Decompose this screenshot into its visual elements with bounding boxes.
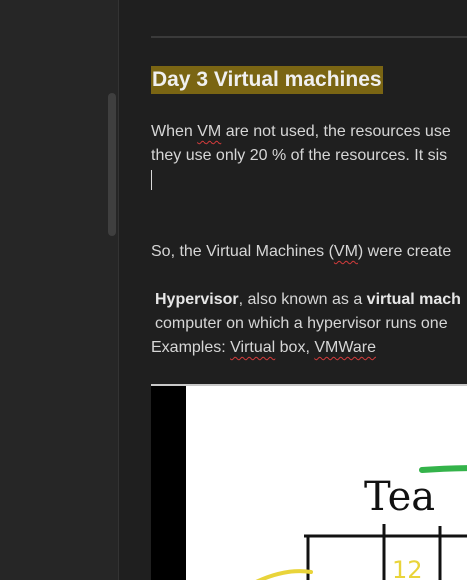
text-segment: , also known as a [238, 291, 367, 308]
sidebar-scrollbar[interactable] [108, 93, 116, 236]
embedded-sketch-image[interactable]: Tea 12 [151, 384, 467, 580]
text-segment: So, the Virtual Machines ( [151, 243, 334, 260]
paragraph-line-6: Examples: Virtual box, VMWare [151, 336, 376, 360]
horizontal-divider [151, 36, 467, 38]
bold-term: virtual mach [366, 291, 461, 308]
note-heading: Day 3 Virtual machines [151, 66, 383, 94]
paragraph-line-5: computer on which a hypervisor runs one [155, 315, 448, 332]
spellcheck-word: Virtual [230, 339, 276, 356]
paragraph-line-1: When VM are not used, the resources use [151, 120, 451, 144]
image-left-margin [151, 386, 186, 580]
text-segment: box, [275, 339, 315, 356]
bold-term: Hypervisor [155, 291, 239, 308]
spellcheck-word: VM [197, 123, 222, 140]
sketch-text: Tea [364, 474, 435, 520]
paragraph-line-4: Hypervisor, also known as a virtual mach [155, 288, 461, 312]
note-editor[interactable]: Day 3 Virtual machines When VM are not u… [119, 0, 467, 580]
paragraph-line-3: So, the Virtual Machines (VM) were creat… [151, 240, 451, 264]
text-segment: When [151, 123, 198, 140]
spellcheck-word: VM [333, 243, 358, 260]
sidebar-panel [0, 0, 119, 580]
paragraph-line-2: they use only 20 % of the resources. It … [151, 147, 448, 164]
text-segment: are not used, the resources use [221, 123, 451, 140]
text-segment: Examples: [151, 339, 231, 356]
sketch-number: 12 [392, 556, 423, 580]
text-cursor [151, 170, 152, 190]
sketch-drawing: Tea 12 [255, 465, 467, 580]
text-segment: ) were create [357, 243, 452, 260]
spellcheck-word: VMWare [314, 339, 376, 356]
